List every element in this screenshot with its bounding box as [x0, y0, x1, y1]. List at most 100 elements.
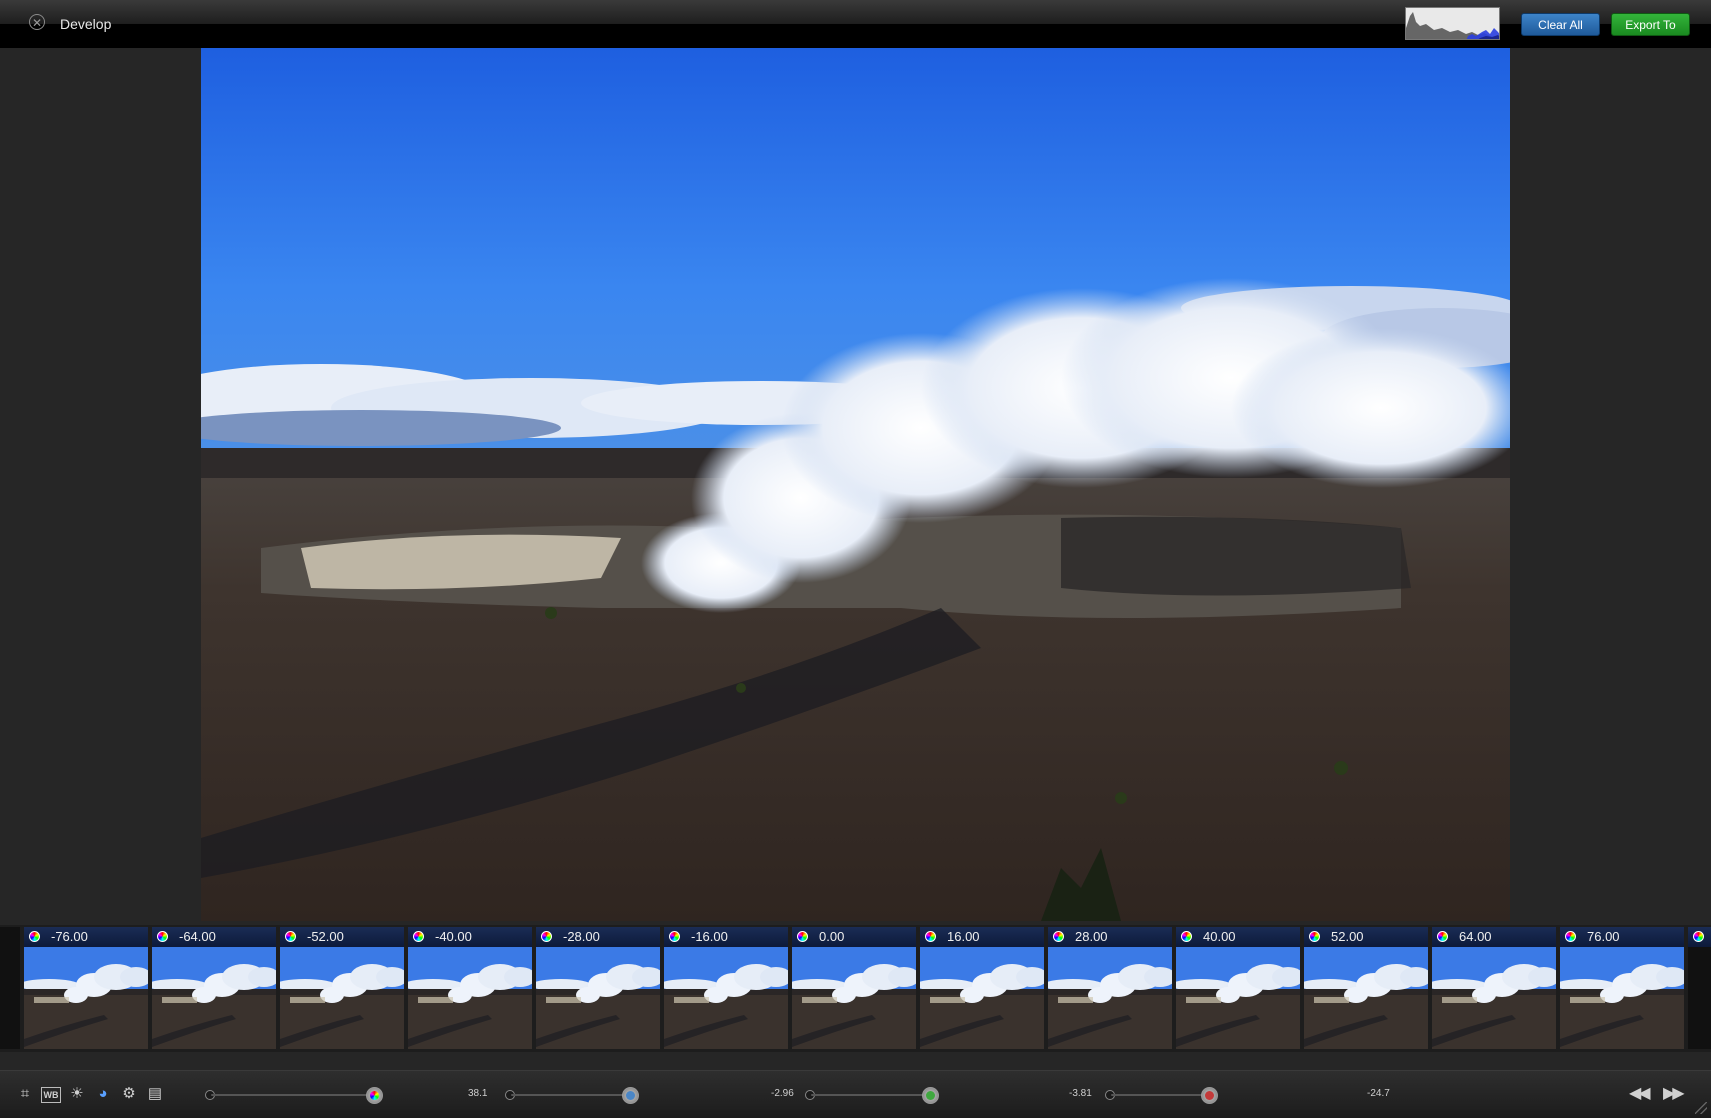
filmstrip-edge-right[interactable] — [1688, 927, 1711, 1049]
thumbnail-value: -40.00 — [435, 929, 472, 944]
color-wheel-icon — [669, 931, 680, 942]
color-wheel-icon — [1437, 931, 1448, 942]
thumbnail-caption: -76.00 — [24, 927, 148, 947]
slider-knob[interactable] — [622, 1087, 639, 1104]
slider-track[interactable] — [811, 1094, 931, 1096]
thumbnail-caption: 64.00 — [1432, 927, 1556, 947]
levels-icon[interactable]: ▤ — [145, 1084, 165, 1104]
thumbnail-caption: -16.00 — [664, 927, 788, 947]
slider-value: -2.96 — [771, 1088, 794, 1099]
color-wheel-icon — [1565, 931, 1576, 942]
thumbnail-image — [792, 947, 916, 1049]
color-palette-icon[interactable]: ◕ — [93, 1084, 113, 1104]
thumbnail-image — [1304, 947, 1428, 1049]
thumbnail-caption: 16.00 — [920, 927, 1044, 947]
thumbnail-image — [280, 947, 404, 1049]
slider-track[interactable] — [511, 1094, 631, 1096]
filmstrip-thumbnail[interactable]: -28.00 — [536, 927, 660, 1049]
slider-value: -3.81 — [1069, 1088, 1092, 1099]
thumbnail-image — [1048, 947, 1172, 1049]
thumbnail-value: 76.00 — [1587, 929, 1620, 944]
thumbnail-caption: -64.00 — [152, 927, 276, 947]
color-wheel-icon — [1181, 931, 1192, 942]
filmstrip[interactable]: -76.00 -64.00 -52.00 -40.00 -28.00 -16.0… — [0, 925, 1711, 1052]
filmstrip-thumbnail[interactable]: 28.00 — [1048, 927, 1172, 1049]
detail-gear-icon[interactable]: ⚙ — [119, 1084, 139, 1104]
thumbnail-value: -64.00 — [179, 929, 216, 944]
crop-icon[interactable]: ⌗ — [15, 1084, 35, 1104]
thumbnail-value: -52.00 — [307, 929, 344, 944]
skip-back-icon[interactable]: ◀◀ — [1629, 1083, 1651, 1103]
hue-slider[interactable]: 38.1 — [205, 1085, 495, 1105]
slider-track[interactable] — [1111, 1094, 1210, 1096]
thumbnail-value: -76.00 — [51, 929, 88, 944]
thumbnail-caption: 0.00 — [792, 927, 916, 947]
color-wheel-icon — [285, 931, 296, 942]
color-wheel-icon — [1693, 931, 1704, 942]
thumbnail-image — [1432, 947, 1556, 1049]
bottom-toolbar: ⌗ WB ☀ ◕ ⚙ ▤ 38.1 -2.96 -3.81 -24.7 ◀◀ ▶… — [0, 1070, 1711, 1118]
filmstrip-thumbnail[interactable]: 0.00 — [792, 927, 916, 1049]
thumbnail-value: -16.00 — [691, 929, 728, 944]
filmstrip-thumbnail[interactable]: -64.00 — [152, 927, 276, 1049]
thumbnail-value: 40.00 — [1203, 929, 1236, 944]
color-wheel-icon — [1309, 931, 1320, 942]
red-slider[interactable]: -24.7 — [1105, 1085, 1395, 1105]
thumbnail-value: -28.00 — [563, 929, 600, 944]
thumbnail-value: 16.00 — [947, 929, 980, 944]
thumbnail-image — [1176, 947, 1300, 1049]
exposure-sun-icon[interactable]: ☀ — [67, 1084, 87, 1104]
skip-forward-icon[interactable]: ▶▶ — [1663, 1083, 1685, 1103]
slider-value: 38.1 — [468, 1088, 488, 1099]
filmstrip-thumbnail[interactable]: 40.00 — [1176, 927, 1300, 1049]
thumbnail-value: 28.00 — [1075, 929, 1108, 944]
thumbnail-caption: 52.00 — [1304, 927, 1428, 947]
thumbnail-caption: -40.00 — [408, 927, 532, 947]
top-bar: ✕ Develop Clear All Export To — [0, 0, 1711, 48]
thumbnail-caption: -52.00 — [280, 927, 404, 947]
white-balance-icon[interactable]: WB — [41, 1087, 61, 1103]
filmstrip-thumbnail[interactable]: 64.00 — [1432, 927, 1556, 1049]
histogram-icon[interactable] — [1405, 7, 1500, 40]
export-to-button[interactable]: Export To — [1611, 13, 1690, 36]
color-wheel-icon — [541, 931, 552, 942]
thumbnail-image — [408, 947, 532, 1049]
thumbnail-caption: -28.00 — [536, 927, 660, 947]
filmstrip-thumbnail[interactable]: 76.00 — [1560, 927, 1684, 1049]
color-wheel-icon — [925, 931, 936, 942]
filmstrip-edge-left[interactable] — [0, 927, 20, 1049]
color-wheel-icon — [797, 931, 808, 942]
slider-value: -24.7 — [1367, 1088, 1390, 1099]
color-wheel-icon — [157, 931, 168, 942]
close-circle-icon[interactable]: ✕ — [29, 14, 45, 30]
thumbnail-caption: 40.00 — [1176, 927, 1300, 947]
filmstrip-thumbnail[interactable]: -76.00 — [24, 927, 148, 1049]
blue-slider[interactable]: -2.96 — [505, 1085, 795, 1105]
filmstrip-thumbnail[interactable]: -40.00 — [408, 927, 532, 1049]
thumbnail-image — [152, 947, 276, 1049]
thumbnail-image — [536, 947, 660, 1049]
slider-knob[interactable] — [366, 1087, 383, 1104]
thumbnail-image — [24, 947, 148, 1049]
thumbnail-image — [664, 947, 788, 1049]
clear-all-button[interactable]: Clear All — [1521, 13, 1600, 36]
slider-knob[interactable] — [922, 1087, 939, 1104]
thumbnail-value: 0.00 — [819, 929, 845, 944]
color-wheel-icon — [1053, 931, 1064, 942]
color-wheel-icon — [29, 931, 40, 942]
color-wheel-icon — [413, 931, 424, 942]
thumbnail-caption: 28.00 — [1048, 927, 1172, 947]
filmstrip-thumbnail[interactable]: -16.00 — [664, 927, 788, 1049]
filmstrip-thumbnail[interactable]: -52.00 — [280, 927, 404, 1049]
thumbnail-caption: 76.00 — [1560, 927, 1684, 947]
thumbnail-value: 52.00 — [1331, 929, 1364, 944]
thumbnail-image — [920, 947, 1044, 1049]
filmstrip-thumbnail[interactable]: 52.00 — [1304, 927, 1428, 1049]
green-slider[interactable]: -3.81 — [805, 1085, 1095, 1105]
thumbnail-image — [1560, 947, 1684, 1049]
filmstrip-thumbnail[interactable]: 16.00 — [920, 927, 1044, 1049]
main-photo[interactable] — [201, 48, 1510, 921]
slider-track[interactable] — [211, 1094, 375, 1096]
slider-knob[interactable] — [1201, 1087, 1218, 1104]
resize-grip-icon[interactable] — [1695, 1102, 1707, 1114]
